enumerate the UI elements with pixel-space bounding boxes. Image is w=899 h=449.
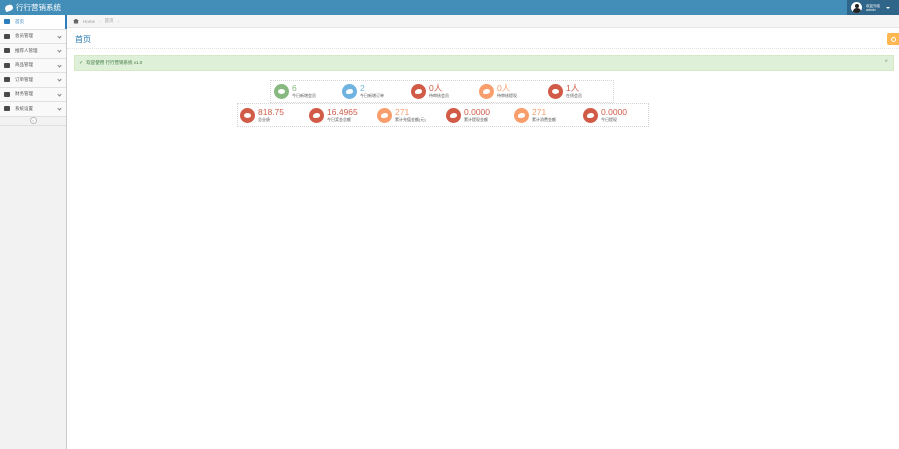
breadcrumb: Home › 首页 › [67, 15, 899, 28]
stat-value: 818.75 [258, 107, 284, 117]
stat-value: 6 [292, 83, 297, 93]
stat-label: 总业绩 [258, 117, 270, 122]
twitter-icon [583, 107, 598, 123]
sidebar-item-label: 推荐人管理 [15, 47, 38, 53]
chevron-down-icon [57, 77, 62, 82]
stat-pending-members: 0人 待审核会员 [411, 80, 449, 102]
stat-value: 0人 [497, 83, 511, 93]
sidebar-item-settings[interactable]: 系统设置 [0, 102, 66, 117]
stat-label: 待审核提现 [497, 93, 517, 98]
chevron-down-icon [57, 48, 62, 53]
stat-label: 待审核会员 [429, 93, 449, 98]
alert-text: 欢迎使用 行行营销系统 v1.0 [86, 60, 143, 65]
stat-label: 今日奖金总额 [327, 117, 351, 122]
stat-value: 2 [360, 83, 365, 93]
page-title: 首页 [75, 35, 91, 44]
caret-down-icon [886, 6, 890, 9]
brand[interactable]: 行行营销系统 [4, 2, 61, 13]
sidebar-item-label: 财务管理 [15, 91, 33, 97]
sidebar-item-label: 订单管理 [15, 76, 33, 82]
sidebar-item-label: 系统设置 [15, 105, 33, 111]
stat-new-members: 6 今日新增会员 [274, 80, 316, 102]
stat-total-performance: 818.75 总业绩 [240, 104, 284, 126]
sidebar-collapse: « [0, 117, 66, 126]
dashboard-icon [4, 19, 10, 25]
stat-value: 16.4965 [327, 107, 358, 117]
users-icon [4, 33, 10, 39]
comment-icon [548, 83, 563, 99]
breadcrumb-separator: › [99, 18, 101, 24]
sidebar-item-members[interactable]: 会员管理 [0, 29, 66, 44]
twitter-icon [446, 107, 461, 123]
avatar [851, 2, 862, 13]
stat-label: 今日新增会员 [292, 93, 316, 98]
breadcrumb-separator: › [117, 18, 120, 24]
double-left-icon[interactable]: « [29, 117, 37, 124]
stat-value: 271 [532, 107, 547, 117]
list-icon [4, 77, 10, 83]
sidebar-item-label: 商品管理 [15, 62, 33, 68]
brand-name: 行行营销系统 [16, 3, 61, 12]
stat-total-withdrawal: 0.0000 累计提现金额 [446, 104, 490, 126]
sidebar: 首页 会员管理 推荐人管理 商品管理 订单管理 财务管理 系统设置 « [0, 15, 67, 449]
user-name: admin [866, 7, 876, 12]
stat-value: 0人 [429, 83, 443, 93]
stat-online-members: 1人 在线会员 [548, 80, 582, 102]
calendar-icon [4, 62, 10, 68]
comment-icon [240, 107, 255, 123]
comment-icon [274, 83, 289, 99]
sidebar-item-orders[interactable]: 订单管理 [0, 73, 66, 88]
stat-label: 今日新增订单 [360, 93, 384, 98]
stat-value: 0.0000 [464, 107, 490, 117]
page-header: 首页 [67, 28, 899, 49]
stat-label: 在线会员 [566, 93, 582, 98]
money-icon [4, 91, 10, 97]
twitter-icon [514, 107, 529, 123]
welcome-alert: ✓ 欢迎使用 行行营销系统 v1.0 × [74, 55, 894, 71]
stat-total-recharge: 271 累计充值金额(元) [377, 104, 426, 126]
home-icon[interactable] [73, 18, 79, 24]
stat-label: 今日提现 [601, 117, 617, 122]
stat-value: 0.0000 [601, 107, 627, 117]
stat-value: 271 [395, 107, 410, 117]
stat-today-withdrawal: 0.0000 今日提现 [583, 104, 627, 126]
stat-new-orders: 2 今日新增订单 [342, 80, 384, 102]
stat-label: 累计充值金额(元) [395, 117, 426, 122]
top-navbar: 行行营销系统 欢迎光临 admin [0, 0, 899, 15]
stat-today-bonus: 16.4965 今日奖金总额 [309, 104, 358, 126]
twitter-icon [479, 83, 494, 99]
sidebar-item-home[interactable]: 首页 [0, 15, 67, 30]
sidebar-item-products[interactable]: 商品管理 [0, 58, 66, 73]
star-icon [4, 48, 10, 54]
twitter-icon [411, 83, 426, 99]
user-menu[interactable]: 欢迎光临 admin [847, 0, 899, 15]
settings-icon [4, 106, 10, 112]
breadcrumb-home[interactable]: Home [83, 19, 95, 24]
sidebar-item-label: 首页 [15, 18, 24, 24]
close-icon[interactable]: × [884, 59, 888, 65]
breadcrumb-current: 首页 [104, 18, 114, 23]
check-icon: ✓ [79, 60, 84, 66]
leaf-icon [4, 3, 14, 12]
chevron-down-icon [57, 62, 62, 68]
stat-label: 累计提现金额 [464, 117, 488, 122]
stat-total-consumption: 271 累计消费金额 [514, 104, 556, 126]
chevron-down-icon [57, 106, 62, 111]
sidebar-item-finance[interactable]: 财务管理 [0, 87, 66, 102]
twitter-icon [342, 83, 357, 99]
stat-value: 1人 [566, 83, 580, 93]
chevron-down-icon [57, 91, 62, 97]
twitter-icon [309, 107, 324, 123]
twitter-icon [377, 107, 392, 123]
sidebar-item-referrers[interactable]: 推荐人管理 [0, 44, 66, 59]
ace-settings-button[interactable] [887, 33, 899, 45]
chevron-down-icon [57, 33, 62, 39]
sidebar-item-label: 会员管理 [15, 33, 33, 39]
stat-pending-withdrawals: 0人 待审核提现 [479, 80, 517, 102]
stat-label: 累计消费金额 [532, 117, 556, 122]
gear-icon [890, 36, 896, 42]
